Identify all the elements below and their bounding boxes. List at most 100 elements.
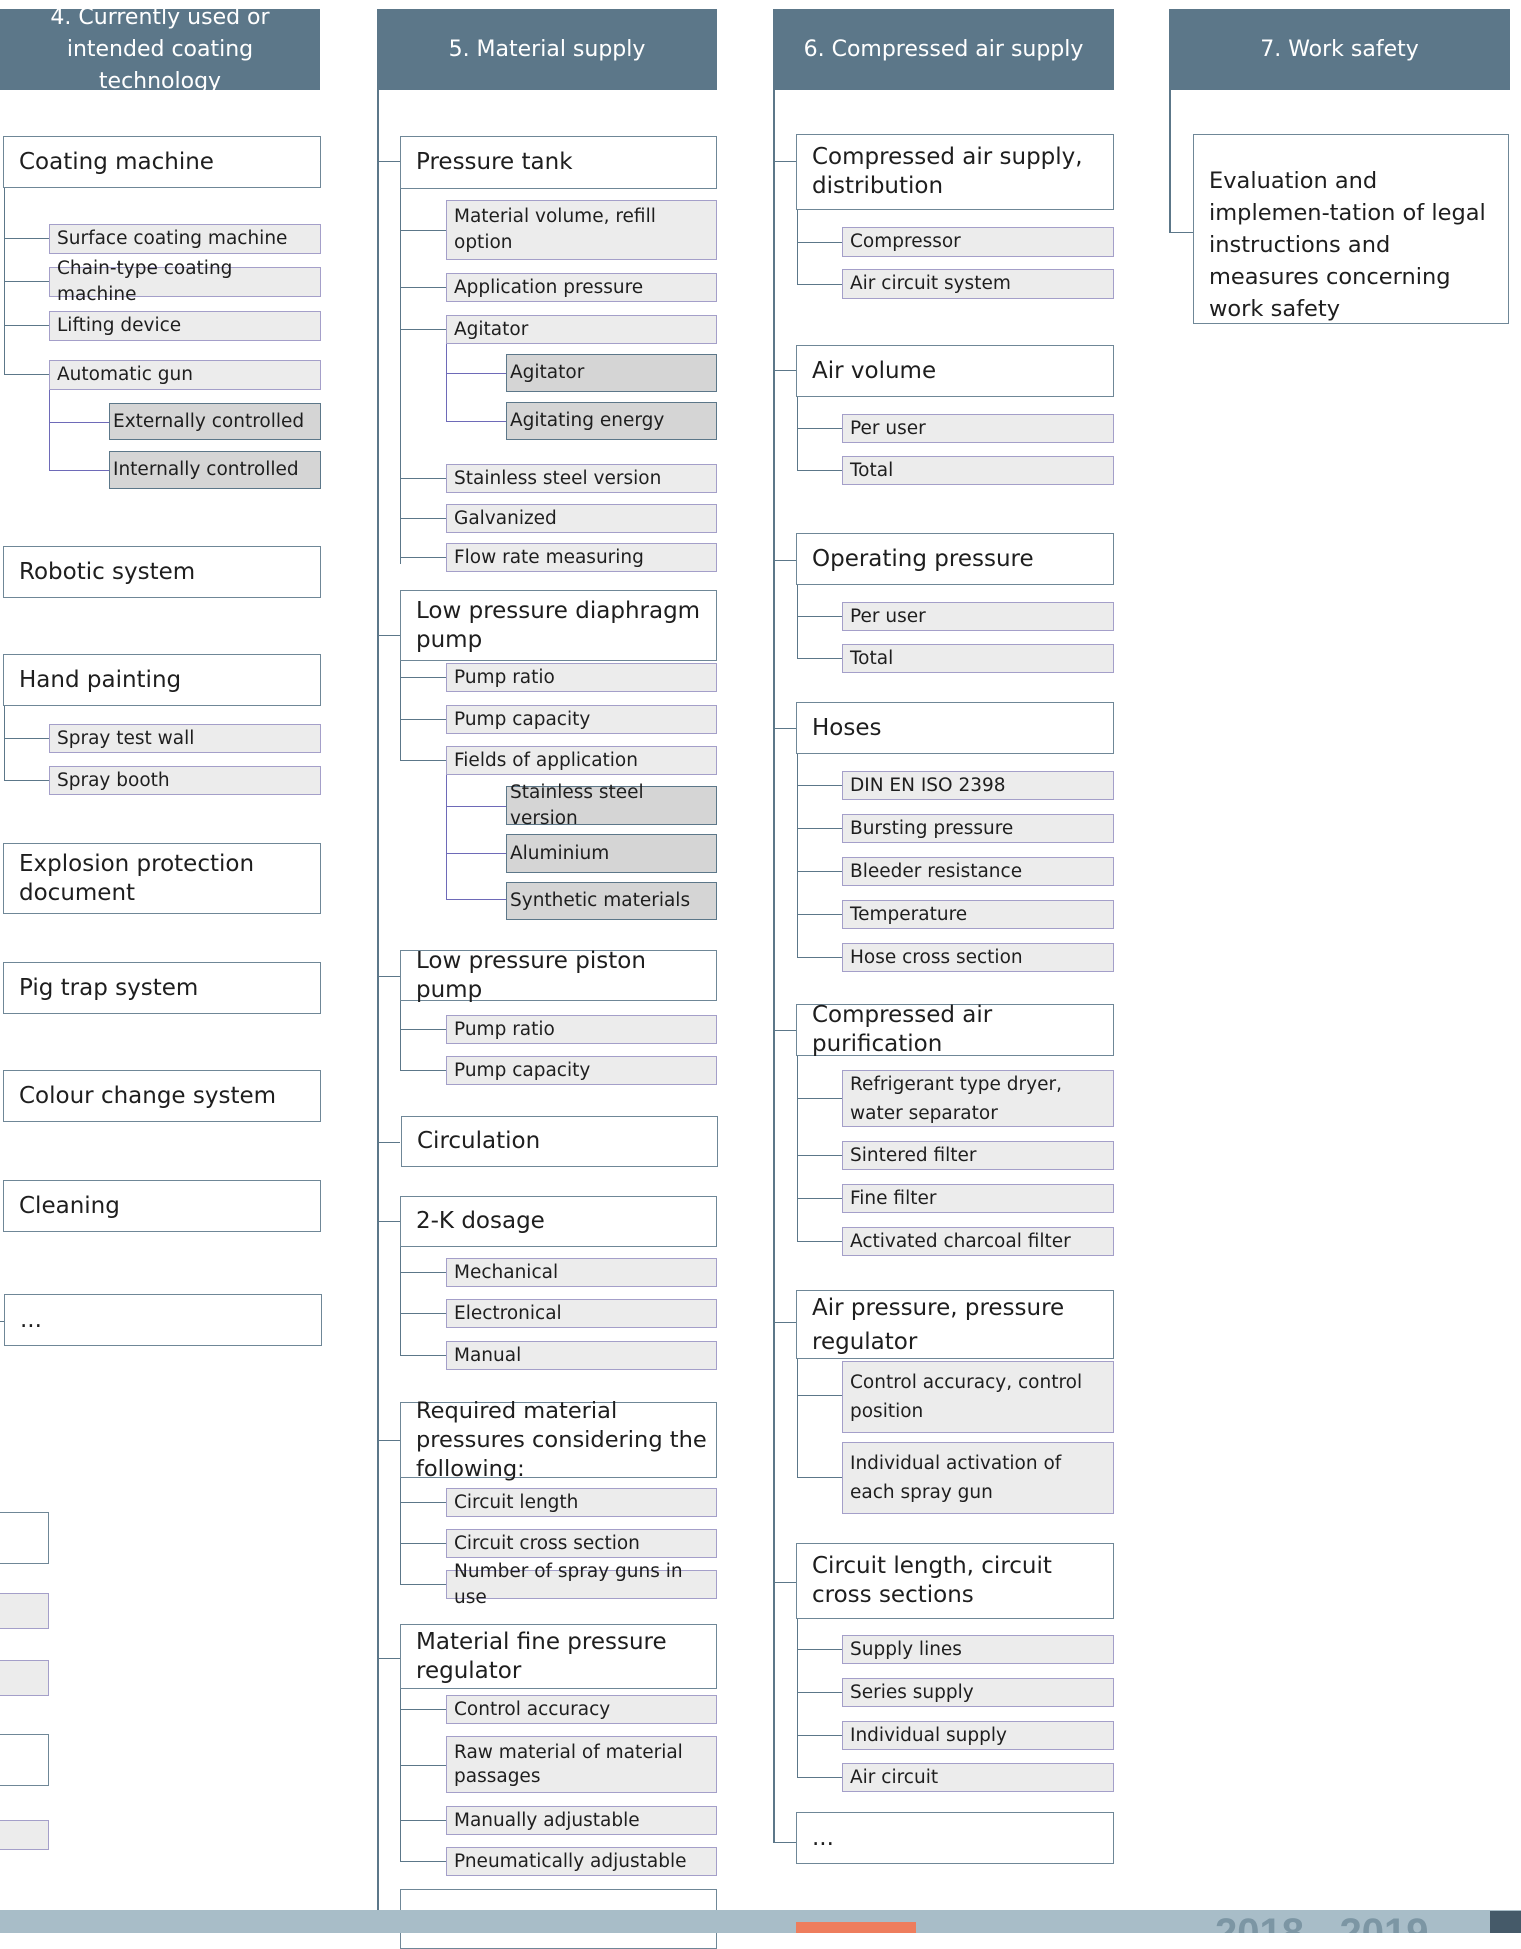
- connector-line: [377, 1658, 400, 1659]
- item-temperature: Temperature: [842, 900, 1114, 929]
- item-foa-synthetic-materials: Synthetic materials: [506, 882, 717, 920]
- item-air-volume-total: Total: [842, 456, 1114, 485]
- connector-line: [773, 370, 796, 371]
- column-header-work-safety: 7. Work safety: [1169, 9, 1510, 90]
- connector-line: [400, 287, 446, 288]
- item-activated-charcoal-filter: Activated charcoal filter: [842, 1227, 1114, 1256]
- box-low-pressure-diaphragm-pump: Low pressure diaphragm pump: [400, 590, 717, 661]
- connector-line: [797, 914, 843, 915]
- footer-year: 2018 - 2019: [1215, 1911, 1429, 1933]
- column-spine: [773, 90, 775, 1843]
- box-work-safety-evaluation: Evaluation and implemen-tation of legal …: [1193, 134, 1509, 324]
- connector-line: [797, 1055, 798, 1242]
- item-foa-stainless-steel: Stainless steel version: [506, 782, 717, 829]
- connector-line: [797, 284, 843, 285]
- connector-line: [797, 753, 798, 958]
- connector-line: [797, 1198, 843, 1199]
- connector-line: [1169, 232, 1194, 233]
- item-circuit-length: Circuit length: [446, 1488, 717, 1517]
- connector-line: [400, 478, 446, 479]
- connector-line: [400, 677, 446, 678]
- connector-line: [400, 1246, 401, 1356]
- connector-line: [797, 428, 843, 429]
- item-externally-controlled: Externally controlled: [109, 403, 321, 440]
- item-hose-cross-section: Hose cross section: [842, 943, 1114, 972]
- connector-line: [797, 1735, 843, 1736]
- item-mechanical: Mechanical: [446, 1258, 717, 1287]
- connector-line: [4, 161, 5, 374]
- connector-line: [4, 704, 5, 781]
- box-compressed-air-supply-distribution: Compressed air supply, distribution: [796, 134, 1114, 210]
- connector-line: [446, 373, 506, 374]
- item-series-supply: Series supply: [842, 1678, 1114, 1707]
- item-sintered-filter: Sintered filter: [842, 1141, 1114, 1170]
- item-fields-of-application: Fields of application: [446, 746, 717, 775]
- box-circulation: Circulation: [401, 1116, 718, 1167]
- column-header-compressed-air-supply: 6. Compressed air supply: [773, 9, 1114, 90]
- connector-line: [377, 976, 400, 977]
- item-spray-guns-in-use: Number of spray guns in use: [446, 1561, 717, 1608]
- connector-line: [400, 1502, 446, 1503]
- connector-line: [797, 396, 798, 471]
- connector-line: [377, 161, 400, 162]
- connector-line: [773, 161, 796, 162]
- item-flow-rate-measuring: Flow rate measuring: [446, 543, 717, 572]
- connector-line: [773, 1582, 796, 1583]
- box-hand-painting: Hand painting: [3, 654, 321, 706]
- item-foa-aluminium: Aluminium: [506, 834, 717, 873]
- item-manual: Manual: [446, 1341, 717, 1370]
- connector-line: [400, 1584, 446, 1585]
- item-operating-pressure-total: Total: [842, 644, 1114, 673]
- column-spine-foot: [773, 1842, 797, 1843]
- item-fine-filter: Fine filter: [842, 1184, 1114, 1213]
- column-header-coating-technology: 4. Currently used or intended coating te…: [0, 5, 320, 94]
- item-din-en-iso-2398: DIN EN ISO 2398: [842, 771, 1114, 800]
- column-spine: [377, 90, 379, 1920]
- box-robotic-system: Robotic system: [3, 546, 321, 598]
- box-hoses: Hoses: [796, 702, 1114, 754]
- connector-line: [377, 635, 400, 636]
- item-internally-controlled: Internally controlled: [109, 451, 321, 489]
- connector-line: [400, 1029, 446, 1030]
- item-operating-pressure-per-user: Per user: [842, 602, 1114, 631]
- item-application-pressure: Application pressure: [446, 273, 717, 302]
- connector-line: [377, 1440, 400, 1441]
- connector-line: [400, 1477, 401, 1585]
- connector-line: [446, 899, 506, 900]
- connector-line: [797, 209, 798, 285]
- connector-line: [4, 281, 49, 282]
- item-individual-supply: Individual supply: [842, 1721, 1114, 1750]
- box-2k-dosage: 2-K dosage: [400, 1196, 717, 1247]
- connector-line: [797, 957, 843, 958]
- connector-line: [400, 760, 446, 761]
- item-manually-adjustable: Manually adjustable: [446, 1806, 717, 1835]
- box-pressure-tank: Pressure tank: [400, 136, 717, 189]
- item-individual-activation: Individual activation of each spray gun: [842, 1442, 1114, 1514]
- brand-logo: [796, 1922, 916, 1933]
- connector-line: [49, 422, 110, 423]
- item-agitating-energy: Agitating energy: [506, 402, 717, 440]
- connector-line: [49, 386, 50, 471]
- item-piston-pump-capacity: Pump capacity: [446, 1056, 717, 1085]
- item-automatic-gun: Automatic gun: [49, 360, 321, 390]
- connector-line: [797, 1618, 798, 1778]
- connector-line: [797, 616, 843, 617]
- item-spray-test-wall: Spray test wall: [49, 724, 321, 753]
- connector-line: [797, 1395, 843, 1396]
- connector-line: [797, 1098, 843, 1099]
- connector-line: [797, 828, 843, 829]
- offscreen-box: [0, 1660, 49, 1696]
- connector-line: [797, 1155, 843, 1156]
- connector-line: [773, 560, 796, 561]
- offscreen-box: [0, 1820, 49, 1850]
- column-spine: [1169, 90, 1171, 233]
- connector-line: [446, 806, 506, 807]
- item-raw-material-passages: Raw material of material passages: [446, 1736, 717, 1793]
- item-material-volume: Material volume, refill option: [446, 200, 717, 260]
- box-more-coating: ...: [4, 1294, 322, 1346]
- connector-line: [400, 1272, 446, 1273]
- connector-line: [49, 470, 110, 471]
- connector-line: [400, 1709, 446, 1710]
- box-explosion-protection-document: Explosion protection document: [3, 843, 321, 914]
- item-lifting-device: Lifting device: [49, 311, 321, 341]
